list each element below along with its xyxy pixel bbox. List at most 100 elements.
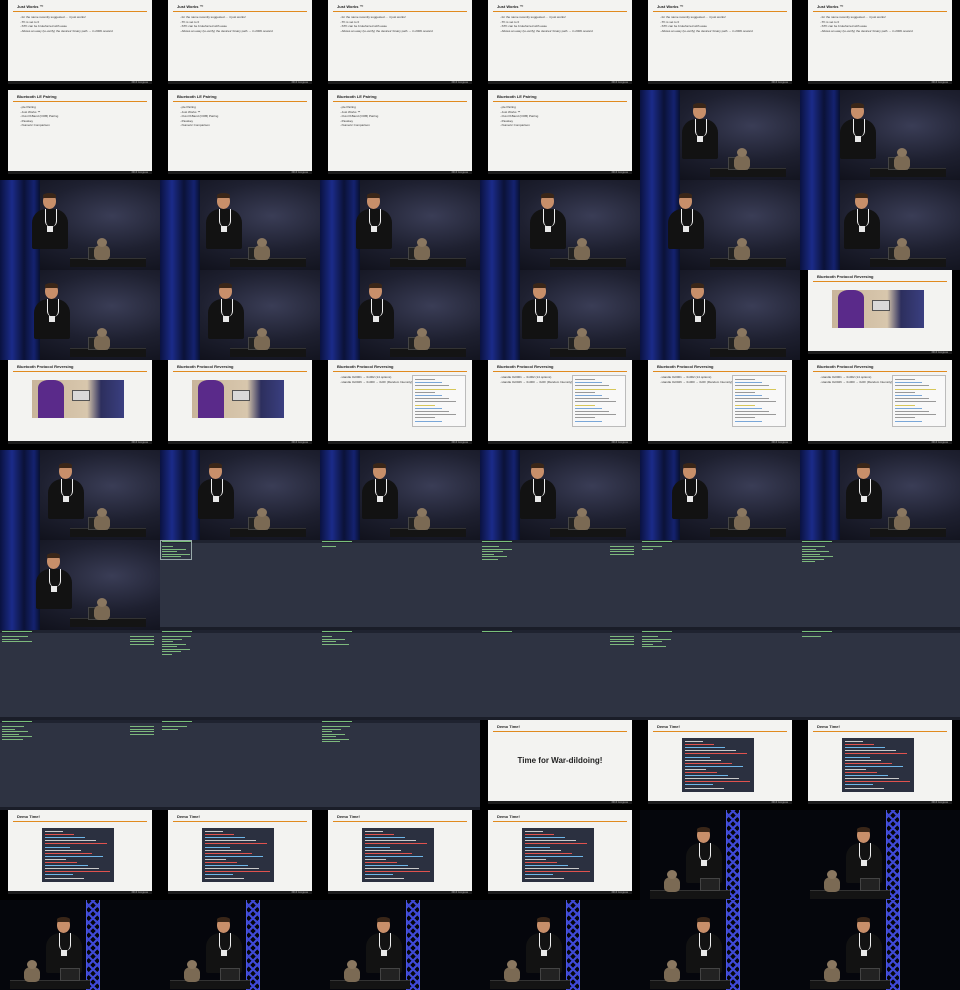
- thumbnail-frame[interactable]: Demo Time! 36C3 Congress: [320, 810, 480, 900]
- thumbnail-frame[interactable]: Just Works ™ for the name recently sugges…: [160, 0, 320, 90]
- plush-head: [577, 508, 587, 517]
- terminal-line: [45, 843, 107, 845]
- thumbnail-frame[interactable]: Just Works ™ for the name recently sugges…: [0, 0, 160, 90]
- thumbnail-frame[interactable]: [0, 540, 160, 630]
- terminal-line: [365, 871, 430, 873]
- slide-title: Bluetooth LE Pairing: [497, 94, 537, 99]
- thumbnail-frame[interactable]: [800, 540, 960, 630]
- thumbnail-frame[interactable]: [160, 180, 320, 270]
- terminal-output-line: [482, 551, 503, 552]
- speaker-badge: [537, 316, 543, 322]
- thumbnail-frame[interactable]: [320, 540, 480, 630]
- slide-thumbnail: Demo Time! 36C3 Congress: [488, 810, 632, 894]
- thumbnail-frame[interactable]: [0, 270, 160, 360]
- speaker-lanyard: [859, 843, 871, 861]
- terminal-line: [205, 862, 237, 863]
- stage-photo: [0, 270, 160, 360]
- thumbnail-frame[interactable]: [480, 180, 640, 270]
- thumbnail-frame[interactable]: [480, 450, 640, 540]
- slide-bullet: Allows an easy (to-verify) the devices' …: [820, 29, 913, 34]
- thumbnail-frame[interactable]: [640, 180, 800, 270]
- thumbnail-frame[interactable]: [160, 270, 320, 360]
- thumbnail-frame[interactable]: [0, 450, 160, 540]
- thumbnail-frame[interactable]: [800, 180, 960, 270]
- thumbnail-frame[interactable]: Bluetooth LE Pairing ple PairingJust Work…: [320, 90, 480, 180]
- thumbnail-frame[interactable]: [320, 180, 480, 270]
- thumbnail-frame[interactable]: [160, 540, 320, 630]
- thumbnail-frame[interactable]: Demo Time! 36C3 Congress: [160, 810, 320, 900]
- purple-device-shape: [838, 290, 864, 328]
- thumbnail-frame[interactable]: [800, 90, 960, 180]
- terminal-output-line: [322, 741, 340, 742]
- speaker-hair: [697, 917, 710, 922]
- plush-body: [574, 245, 590, 260]
- speaker: [522, 283, 558, 354]
- thumbnail-frame[interactable]: [160, 450, 320, 540]
- thumbnail-frame[interactable]: Demo Time! 36C3 Congress: [480, 810, 640, 900]
- thumbnail-frame[interactable]: [800, 810, 960, 900]
- thumbnail-frame[interactable]: [640, 540, 800, 630]
- speaker-lanyard: [699, 933, 711, 951]
- thumbnail-frame[interactable]: [800, 450, 960, 540]
- terminal-line: [205, 843, 267, 845]
- slide-thumbnail: Just Works ™ for the name recently sugges…: [488, 0, 632, 84]
- thumbnail-frame[interactable]: Bluetooth Protocol Reversing 36C3 Congres…: [0, 360, 160, 450]
- thumbnail-frame[interactable]: [320, 900, 480, 990]
- lectern-desk: [490, 980, 570, 989]
- terminal-line: [525, 834, 554, 836]
- thumbnail-frame[interactable]: [640, 630, 800, 720]
- laptop: [540, 968, 560, 981]
- thumbnail-frame[interactable]: Bluetooth Protocol Reversing Handle 0x000…: [480, 360, 640, 450]
- thumbnail-frame[interactable]: [640, 900, 800, 990]
- thumbnail-frame[interactable]: [0, 180, 160, 270]
- thumbnail-frame[interactable]: [640, 810, 800, 900]
- thumbnail-frame[interactable]: [0, 900, 160, 990]
- thumbnail-frame[interactable]: [0, 720, 160, 810]
- thumbnail-frame[interactable]: [800, 630, 960, 720]
- speaker-badge: [49, 316, 55, 322]
- thumbnail-frame[interactable]: Demo Time! 36C3 Congress: [800, 720, 960, 810]
- thumbnail-frame[interactable]: [640, 450, 800, 540]
- thumbnail-frame[interactable]: Bluetooth Protocol Reversing Handle 0x000…: [640, 360, 800, 450]
- thumbnail-frame[interactable]: Bluetooth LE Pairing ple PairingJust Work…: [480, 90, 640, 180]
- thumbnail-frame[interactable]: Demo Time! Time for War-dildoing! 36C3 Con…: [480, 720, 640, 810]
- thumbnail-frame[interactable]: [160, 630, 320, 720]
- capture-line: [735, 391, 755, 393]
- laptop: [60, 968, 80, 981]
- thumbnail-frame[interactable]: Bluetooth Protocol Reversing 36C3 Congres…: [160, 360, 320, 450]
- thumbnail-frame[interactable]: [640, 90, 800, 180]
- thumbnail-frame[interactable]: Bluetooth Protocol Reversing 36C3 Congres…: [800, 270, 960, 360]
- thumbnail-frame[interactable]: Bluetooth LE Pairing ple PairingJust Work…: [160, 90, 320, 180]
- terminal-output-line: [322, 546, 336, 547]
- thumbnail-frame[interactable]: [320, 270, 480, 360]
- thumbnail-frame[interactable]: Bluetooth LE Pairing ple PairingJust Work…: [0, 90, 160, 180]
- thumbnail-frame[interactable]: Just Works ™ for the name recently sugges…: [800, 0, 960, 90]
- thumbnail-frame[interactable]: Demo Time! 36C3 Congress: [0, 810, 160, 900]
- thumbnail-frame[interactable]: [160, 900, 320, 990]
- thumbnail-frame[interactable]: [320, 720, 480, 810]
- thumbnail-frame[interactable]: [480, 900, 640, 990]
- thumbnail-frame[interactable]: Just Works ™ for the name recently sugges…: [320, 0, 480, 90]
- thumbnail-frame[interactable]: [0, 630, 160, 720]
- thumbnail-frame[interactable]: [320, 630, 480, 720]
- lectern-desk: [330, 980, 410, 989]
- terminal-status-bar: [160, 720, 320, 723]
- thumbnail-frame[interactable]: [160, 720, 320, 810]
- thumbnail-frame[interactable]: Bluetooth Protocol Reversing Handle 0x000…: [800, 360, 960, 450]
- thumbnail-frame[interactable]: [640, 270, 800, 360]
- slide-bullet: Allows an easy (to-verify) the devices' …: [20, 29, 113, 34]
- thumbnail-frame[interactable]: [800, 900, 960, 990]
- thumbnail-frame[interactable]: Just Works ™ for the name recently sugges…: [640, 0, 800, 90]
- stage-photo: [0, 900, 160, 990]
- plush-toy: [184, 960, 200, 982]
- slide-title-rule: [813, 371, 947, 372]
- thumbnail-frame[interactable]: [320, 450, 480, 540]
- thumbnail-frame[interactable]: [480, 540, 640, 630]
- speaker-badge: [371, 226, 377, 232]
- thumbnail-frame[interactable]: Demo Time! 36C3 Congress: [640, 720, 800, 810]
- speaker-badge: [859, 226, 865, 232]
- thumbnail-frame[interactable]: Just Works ™ for the name recently sugges…: [480, 0, 640, 90]
- thumbnail-frame[interactable]: [480, 270, 640, 360]
- thumbnail-frame[interactable]: Bluetooth Protocol Reversing Handle 0x000…: [320, 360, 480, 450]
- thumbnail-frame[interactable]: [480, 630, 640, 720]
